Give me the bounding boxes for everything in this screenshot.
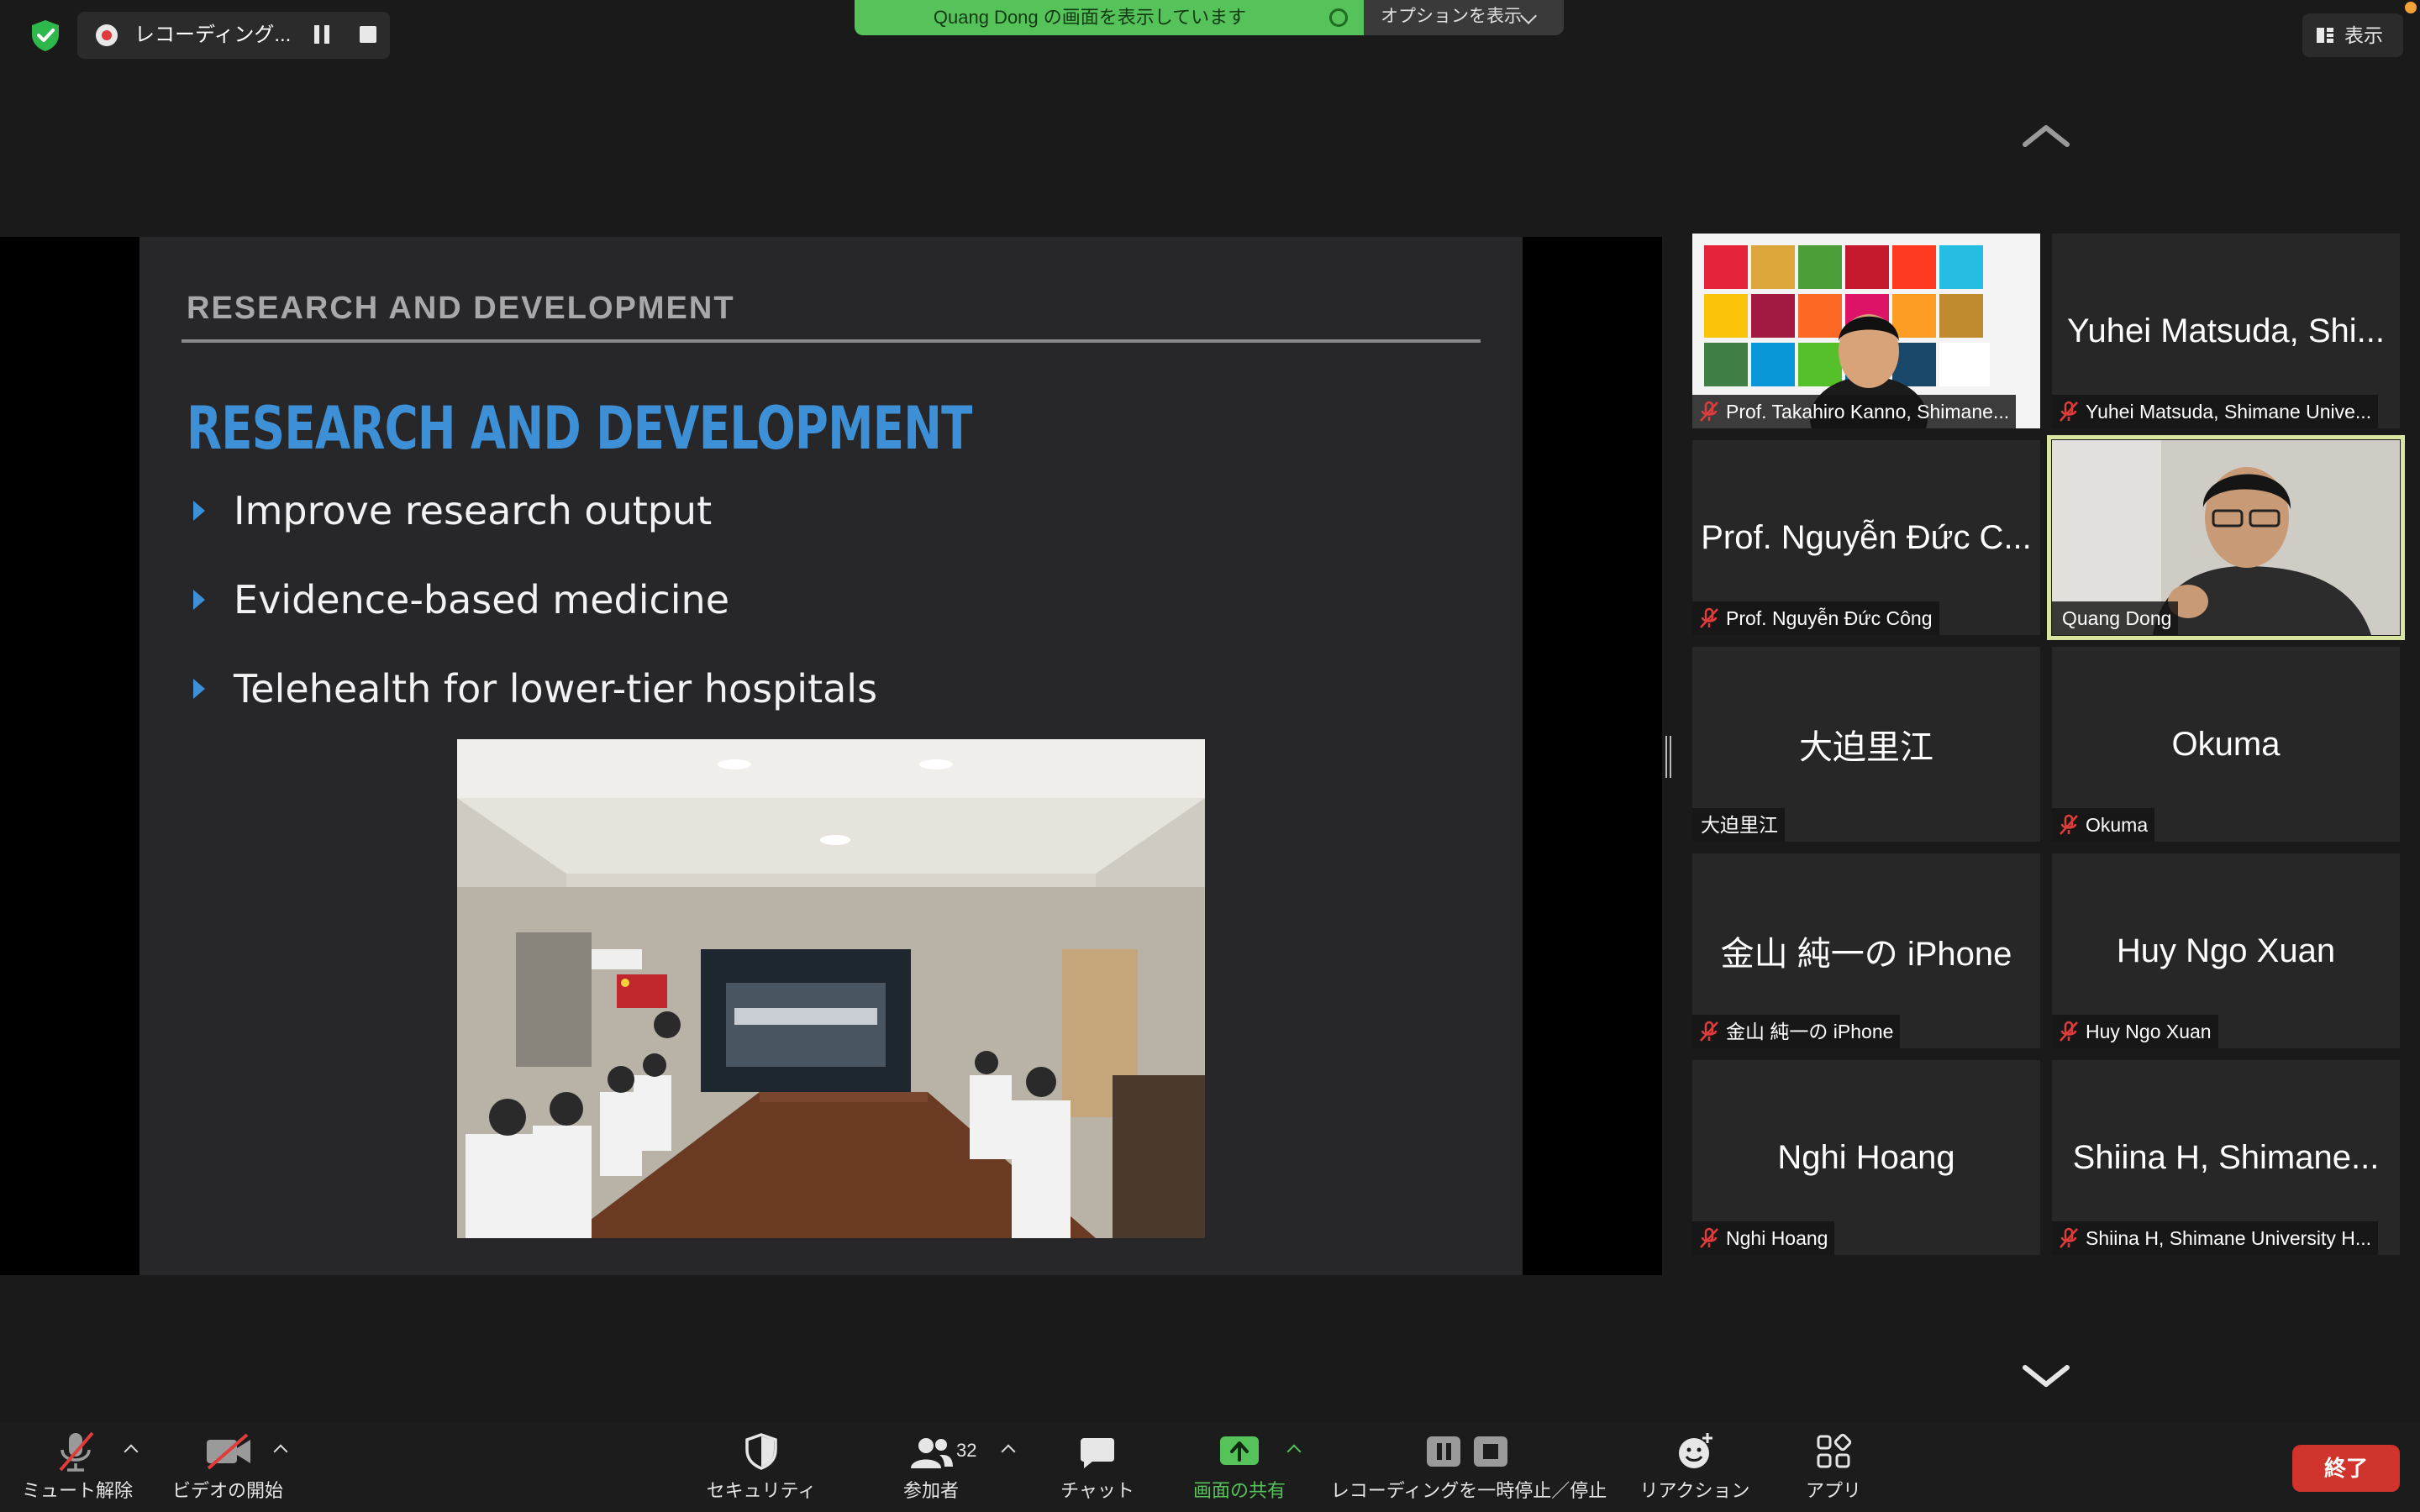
bullet-arrow-icon [193,590,205,610]
participant-name: Shiina H, Shimane University H... [2086,1227,2372,1249]
unmute-label[interactable]: ミュート解除 [18,1478,136,1504]
participant-tile[interactable]: Nghi Hoang Nghi Hoang [1692,1060,2040,1255]
participant-tile[interactable]: Okuma Okuma [2052,647,2400,842]
strip-resize-handle[interactable] [1665,736,1672,778]
active-speaker-border [2047,435,2405,640]
participant-tile[interactable]: 金山 純一の iPhone 金山 純一の iPhone [1692,853,2040,1048]
participant-name-bar: Okuma [2052,808,2155,842]
recording-dot-core [102,30,112,40]
recording-controls-label[interactable]: レコーディングを一時停止／停止 [1326,1478,1612,1504]
mic-muted-icon[interactable] [55,1430,96,1473]
security-label[interactable]: セキュリティ [694,1478,829,1504]
people-icon[interactable] [909,1436,955,1470]
participant-name-bar: Prof. Nguyễn Đức Công [1692,601,1939,635]
screen-share-banner-text: Quang Dong の画面を表示しています [933,7,1247,28]
participant-name: Huy Ngo Xuan [2086,1021,2212,1042]
meeting-room-photo [457,739,1205,1238]
pause-stop-icon[interactable] [1425,1435,1511,1468]
notification-dot [2405,2,2417,13]
participant-name: Yuhei Matsuda, Shimane Unive... [2086,401,2372,423]
start-video-label[interactable]: ビデオの開始 [165,1478,291,1504]
mic-muted-icon [2060,1021,2078,1042]
pause-recording-icon[interactable] [313,25,331,44]
slide-header: RESEARCH AND DEVELOPMENT [187,291,735,326]
participant-name: 金山 純一の iPhone [1726,1021,1894,1042]
chevron-down-scroll-icon[interactable] [2022,1364,2070,1389]
recording-label: レコーディング... [134,24,292,46]
participant-name: Prof. Takahiro Kanno, Shimane... [1726,401,2010,423]
participant-name-bar: Nghi Hoang [1692,1221,1835,1255]
apps-label[interactable]: アプリ [1783,1478,1884,1504]
participant-tile[interactable]: Huy Ngo Xuan Huy Ngo Xuan [2052,853,2400,1048]
share-indicator-icon [1329,8,1348,27]
layout-view-icon [2317,28,2333,43]
participant-name-bar: 大迫里江 [1692,808,1785,842]
participant-name: 大迫里江 [1701,814,1778,836]
mic-muted-icon [1700,1021,1718,1042]
shield-icon[interactable] [744,1433,778,1470]
participant-tile[interactable]: Shiina H, Shimane... Shiina H, Shimane U… [2052,1060,2400,1255]
participant-name-bar: Prof. Takahiro Kanno, Shimane... [1692,395,2017,428]
participants-count: 32 [956,1440,977,1461]
slide-bullet: Telehealth for lower-tier hospitals [234,666,878,711]
apps-icon[interactable] [1815,1433,1852,1470]
mic-muted-icon [1700,1227,1718,1248]
reactions-label[interactable]: リアクション [1632,1478,1758,1504]
mic-muted-icon [1700,607,1718,628]
participants-label[interactable]: 参加者 [889,1478,973,1504]
end-meeting-label[interactable]: 終了 [2292,1455,2400,1482]
slide-bullet: Evidence-based medicine [234,577,730,622]
encryption-shield-icon[interactable] [29,18,62,52]
participant-tile[interactable]: Yuhei Matsuda, Shi... Yuhei Matsuda, Shi… [2052,234,2400,428]
video-off-icon[interactable] [203,1433,254,1470]
mic-muted-icon [2060,1227,2078,1248]
slide-bullet: Improve research output [234,488,713,533]
share-screen-icon[interactable] [1218,1435,1260,1468]
view-button-label: 表示 [2344,24,2383,46]
view-options-label: オプションを表示 [1381,7,1522,26]
chevron-up-icon[interactable] [2022,123,2070,148]
participant-name: Nghi Hoang [1726,1227,1828,1249]
chat-bubble-icon[interactable] [1079,1435,1116,1472]
participant-name-bar: Shiina H, Shimane University H... [2052,1221,2379,1255]
stop-recording-icon[interactable] [360,26,376,43]
mic-muted-icon [2060,401,2078,422]
participant-name: Okuma [2086,814,2149,836]
chat-label[interactable]: チャット [1047,1478,1148,1504]
participant-name-bar: Yuhei Matsuda, Shimane Unive... [2052,395,2379,428]
slide-title: RESEARCH AND DEVELOPMENT [187,394,972,463]
participant-name: Prof. Nguyễn Đức Công [1726,607,1933,629]
bullet-arrow-icon [193,679,205,699]
slide-header-rule [182,339,1481,343]
participant-name-bar: Huy Ngo Xuan [2052,1015,2218,1048]
participant-tile[interactable]: 大迫里江 大迫里江 [1692,647,2040,842]
participant-tile[interactable]: Prof. Nguyễn Đức C... Prof. Nguyễn Đức C… [1692,440,2040,635]
participant-name-bar: 金山 純一の iPhone [1692,1015,1901,1048]
share-screen-label[interactable]: 画面の共有 [1176,1478,1302,1504]
emoji-plus-icon[interactable] [1677,1431,1714,1470]
participant-tile[interactable]: Prof. Takahiro Kanno, Shimane... [1692,234,2040,428]
mic-muted-icon [2060,814,2078,835]
bullet-arrow-icon [193,501,205,521]
mic-muted-icon [1700,401,1718,422]
